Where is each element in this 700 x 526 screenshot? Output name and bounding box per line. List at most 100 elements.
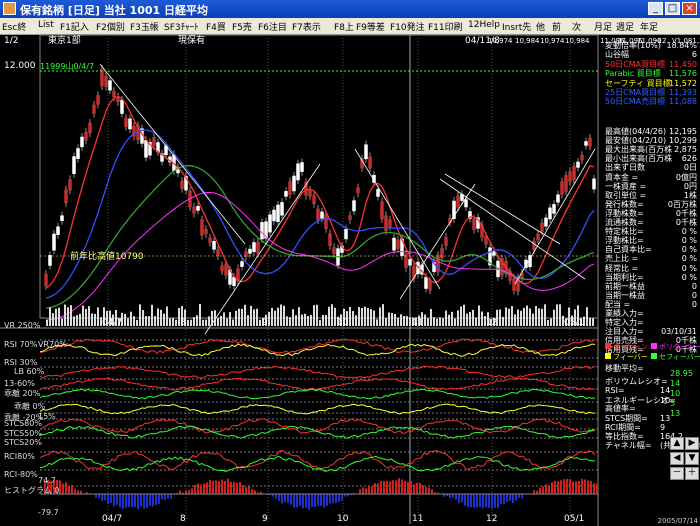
- menu-item-8[interactable]: F6注目: [258, 20, 287, 33]
- histogram-bar: [452, 494, 454, 499]
- close-button[interactable]: ×: [682, 2, 697, 15]
- menu-item-20[interactable]: 週足: [616, 20, 634, 33]
- indicator-axis-label: ヒストグラム 0: [4, 486, 60, 495]
- menu-item-7[interactable]: F5売: [232, 20, 252, 33]
- menu-item-19[interactable]: 月足: [594, 20, 612, 33]
- menu-item-15[interactable]: Insrt先: [502, 20, 531, 33]
- month-label: 10: [337, 514, 349, 524]
- histogram-bar: [134, 494, 136, 508]
- candle-body: [64, 189, 68, 204]
- info-value: 11,393: [669, 88, 697, 97]
- histogram-bar: [314, 494, 316, 508]
- month-label: 04/7: [102, 514, 123, 524]
- candle-body: [212, 240, 216, 250]
- candle-body: [200, 219, 204, 236]
- candle-body: [376, 189, 380, 197]
- candle-body: [576, 161, 580, 168]
- scroll-up-button[interactable]: ▲: [670, 437, 684, 450]
- histogram-bar: [485, 494, 487, 508]
- histogram-bar: [578, 480, 580, 494]
- info-label: 浮動株比=: [605, 236, 644, 246]
- menu-item-2[interactable]: F1記入: [60, 20, 89, 33]
- histogram-bar: [188, 489, 190, 494]
- info-value: 03/10/31: [661, 327, 697, 337]
- candle-body: [208, 237, 212, 243]
- volume-bar: [478, 305, 480, 326]
- histogram-bar: [515, 494, 517, 501]
- info-label: 50日CMA買目標: [605, 59, 666, 69]
- volume-bar: [589, 317, 591, 326]
- volume-bar: [82, 305, 84, 326]
- menu-item-17[interactable]: 前: [552, 20, 561, 33]
- menu-item-18[interactable]: 次: [572, 20, 581, 33]
- month-label: 12: [486, 514, 498, 524]
- menu-item-3[interactable]: F2個別: [96, 20, 125, 33]
- menu-item-1[interactable]: List: [38, 20, 54, 30]
- volume-bar: [298, 307, 300, 326]
- legend-label: ターレーン: [613, 343, 648, 351]
- histogram-bar: [137, 494, 139, 510]
- histogram-bar: [503, 494, 505, 505]
- zoom-out-button[interactable]: －: [670, 467, 684, 480]
- volume-bar: [166, 306, 168, 326]
- info-value: 0: [691, 281, 697, 291]
- volume-bar: [310, 315, 312, 326]
- menu-item-4[interactable]: F3玉帳: [130, 20, 159, 33]
- month-label: 04/7: [102, 318, 123, 328]
- info-label: 前期一株益: [605, 281, 645, 291]
- menu-item-11[interactable]: F9等差: [356, 20, 385, 33]
- menu-item-21[interactable]: 年足: [640, 20, 658, 33]
- volume-bar: [502, 316, 504, 326]
- scroll-down-button[interactable]: ▼: [685, 452, 699, 465]
- volume-bar: [229, 312, 231, 326]
- indicator-axis-label: 74.7: [38, 476, 56, 485]
- menu-item-6[interactable]: F4買: [206, 20, 226, 33]
- volume-bar: [394, 313, 396, 326]
- scroll-right-button[interactable]: ▶: [685, 437, 699, 450]
- histogram-bar: [311, 494, 313, 507]
- info-value: 0 %: [681, 236, 697, 246]
- indicator-setting-value: 10: [660, 396, 671, 405]
- zoom-in-button[interactable]: ＋: [685, 467, 699, 480]
- histogram-bar: [533, 490, 535, 494]
- histogram-bar: [425, 487, 427, 494]
- scroll-left-button[interactable]: ◀: [670, 452, 684, 465]
- menu-item-12[interactable]: F10発注: [390, 20, 425, 33]
- histogram-bar: [104, 494, 106, 501]
- indicator-reading: 13: [670, 409, 681, 418]
- menu-item-5[interactable]: SF3ﾁｬｰﾄ: [164, 20, 199, 33]
- info-row: 最安値(04/2/10) 10,299: [605, 136, 697, 145]
- volume-bar: [202, 319, 204, 326]
- volume-bar: [169, 318, 171, 326]
- volume-bar: [556, 304, 558, 326]
- price-value: 10,984: [565, 37, 590, 45]
- histogram-bar: [194, 484, 196, 494]
- menu-item-13[interactable]: F11印刷: [428, 20, 463, 33]
- candle-body: [428, 280, 432, 291]
- volume-bar: [256, 308, 258, 326]
- volume-bar: [523, 307, 525, 326]
- menu-item-9[interactable]: F7表示: [292, 20, 321, 33]
- histogram-bar: [386, 480, 388, 494]
- menu-item-16[interactable]: 他: [536, 20, 545, 33]
- info-row: 当期利比= 0 %: [605, 273, 697, 282]
- histogram-bar: [332, 494, 334, 503]
- histogram-bar: [590, 480, 592, 494]
- histogram-bar: [560, 480, 562, 494]
- info-label: 業績入力=: [605, 309, 644, 318]
- histogram-bar: [287, 494, 289, 503]
- stock-chart[interactable]: [0, 34, 700, 526]
- volume-bar: [124, 313, 126, 326]
- candle-body: [456, 195, 460, 208]
- minimize-button[interactable]: _: [648, 2, 663, 15]
- volume-bar: [154, 316, 156, 326]
- candle-body: [180, 180, 184, 189]
- menu-item-14[interactable]: 12Help: [468, 20, 500, 30]
- volume-bar: [193, 317, 195, 326]
- info-value: 0 %: [681, 263, 697, 273]
- candle-body: [380, 201, 384, 220]
- volume-bar: [142, 310, 144, 326]
- menu-item-10[interactable]: F8上: [334, 20, 354, 33]
- maximize-button[interactable]: □: [665, 2, 680, 15]
- menu-item-0[interactable]: Esc終: [2, 20, 26, 33]
